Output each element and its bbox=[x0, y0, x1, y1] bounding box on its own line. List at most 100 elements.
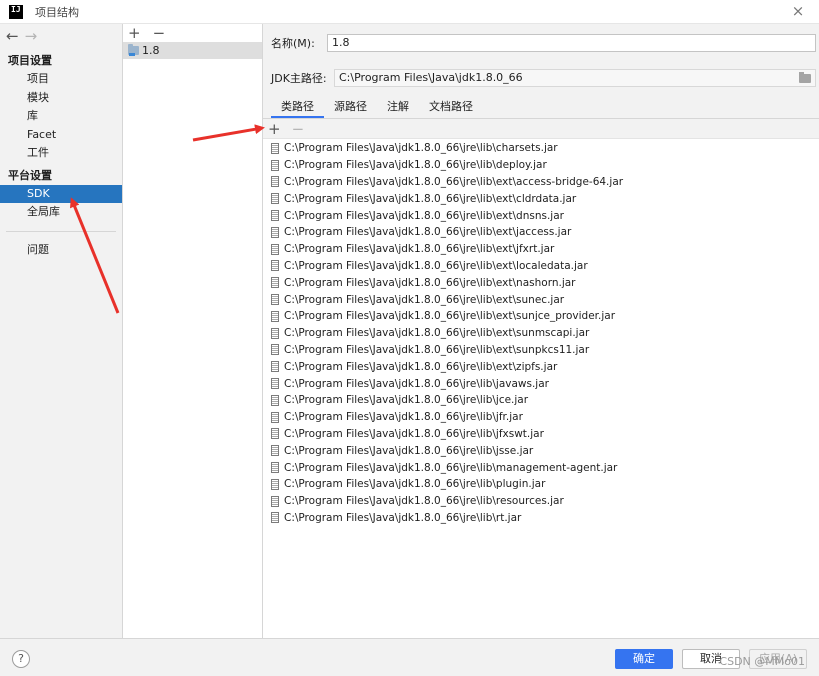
classpath-path: C:\Program Files\Java\jdk1.8.0_66\jre\li… bbox=[284, 310, 616, 323]
sdk-list-item[interactable]: 1.8 bbox=[123, 42, 262, 59]
tab-annotations[interactable]: 注解 bbox=[377, 98, 419, 118]
jdk-home-value: C:\Program Files\Java\jdk1.8.0_66 bbox=[339, 71, 523, 84]
classpath-row[interactable]: C:\Program Files\Java\jdk1.8.0_66\jre\li… bbox=[263, 358, 819, 375]
classpath-path: C:\Program Files\Java\jdk1.8.0_66\jre\li… bbox=[284, 192, 577, 205]
classpath-row[interactable]: C:\Program Files\Java\jdk1.8.0_66\jre\li… bbox=[263, 207, 819, 224]
tab-documentation-paths[interactable]: 文档路径 bbox=[419, 98, 483, 118]
classpath-path: C:\Program Files\Java\jdk1.8.0_66\jre\li… bbox=[284, 259, 588, 272]
classpath-row[interactable]: C:\Program Files\Java\jdk1.8.0_66\jre\li… bbox=[263, 325, 819, 342]
nav-item-sdk[interactable]: SDK bbox=[0, 184, 122, 203]
jar-file-icon bbox=[271, 210, 279, 222]
detail-tabs: 类路径 源路径 注解 文档路径 bbox=[271, 98, 483, 118]
nav-item-global-libraries[interactable]: 全局库 bbox=[0, 203, 122, 222]
classpath-path: C:\Program Files\Java\jdk1.8.0_66\jre\li… bbox=[284, 377, 549, 390]
classpath-path: C:\Program Files\Java\jdk1.8.0_66\jre\li… bbox=[284, 495, 564, 508]
classpath-row[interactable]: C:\Program Files\Java\jdk1.8.0_66\jre\li… bbox=[263, 459, 819, 476]
ok-button[interactable]: 确定 bbox=[615, 649, 673, 669]
jar-file-icon bbox=[271, 294, 279, 306]
jdk-home-path: C:\Program Files\Java\jdk1.8.0_66 bbox=[334, 69, 816, 87]
sdk-list-panel: + − 1.8 bbox=[123, 24, 263, 638]
close-icon[interactable]: × bbox=[791, 4, 805, 19]
tab-sourcepath[interactable]: 源路径 bbox=[324, 98, 377, 118]
classpath-row[interactable]: C:\Program Files\Java\jdk1.8.0_66\jre\li… bbox=[263, 308, 819, 325]
classpath-row[interactable]: C:\Program Files\Java\jdk1.8.0_66\jre\li… bbox=[263, 493, 819, 510]
classpath-row[interactable]: C:\Program Files\Java\jdk1.8.0_66\jre\li… bbox=[263, 392, 819, 409]
jar-file-icon bbox=[271, 411, 279, 423]
classpath-list[interactable]: C:\Program Files\Java\jdk1.8.0_66\jre\li… bbox=[263, 138, 819, 638]
jdk-folder-icon bbox=[128, 44, 139, 56]
add-classpath-icon[interactable]: + bbox=[268, 121, 281, 137]
classpath-path: C:\Program Files\Java\jdk1.8.0_66\jre\li… bbox=[284, 293, 565, 306]
classpath-row[interactable]: C:\Program Files\Java\jdk1.8.0_66\jre\li… bbox=[263, 442, 819, 459]
classpath-row[interactable]: C:\Program Files\Java\jdk1.8.0_66\jre\li… bbox=[263, 426, 819, 443]
classpath-row[interactable]: C:\Program Files\Java\jdk1.8.0_66\jre\li… bbox=[263, 274, 819, 291]
classpath-row[interactable]: C:\Program Files\Java\jdk1.8.0_66\jre\li… bbox=[263, 140, 819, 157]
browse-folder-icon[interactable] bbox=[799, 72, 811, 83]
jar-file-icon bbox=[271, 462, 279, 474]
classpath-path: C:\Program Files\Java\jdk1.8.0_66\jre\li… bbox=[284, 327, 590, 340]
name-input[interactable]: 1.8 bbox=[327, 34, 816, 52]
back-arrow-icon[interactable]: ← bbox=[6, 28, 19, 44]
classpath-row[interactable]: C:\Program Files\Java\jdk1.8.0_66\jre\li… bbox=[263, 510, 819, 527]
classpath-row[interactable]: C:\Program Files\Java\jdk1.8.0_66\jre\li… bbox=[263, 241, 819, 258]
watermark: CSDN @MMo01 bbox=[719, 655, 805, 668]
classpath-path: C:\Program Files\Java\jdk1.8.0_66\jre\li… bbox=[284, 226, 572, 239]
add-sdk-icon[interactable]: + bbox=[128, 25, 141, 41]
classpath-row[interactable]: C:\Program Files\Java\jdk1.8.0_66\jre\li… bbox=[263, 476, 819, 493]
jar-file-icon bbox=[271, 361, 279, 373]
jar-file-icon bbox=[271, 378, 279, 390]
jar-file-icon bbox=[271, 428, 279, 440]
classpath-row[interactable]: C:\Program Files\Java\jdk1.8.0_66\jre\li… bbox=[263, 375, 819, 392]
jar-file-icon bbox=[271, 159, 279, 171]
classpath-path: C:\Program Files\Java\jdk1.8.0_66\jre\li… bbox=[284, 142, 558, 155]
classpath-row[interactable]: C:\Program Files\Java\jdk1.8.0_66\jre\li… bbox=[263, 157, 819, 174]
jar-file-icon bbox=[271, 142, 279, 154]
nav-item-project[interactable]: 项目 bbox=[0, 70, 122, 89]
jar-file-icon bbox=[271, 176, 279, 188]
classpath-row[interactable]: C:\Program Files\Java\jdk1.8.0_66\jre\li… bbox=[263, 174, 819, 191]
nav-item-facets[interactable]: Facet bbox=[0, 126, 122, 145]
classpath-path: C:\Program Files\Java\jdk1.8.0_66\jre\li… bbox=[284, 159, 547, 172]
remove-sdk-icon[interactable]: − bbox=[153, 25, 166, 41]
classpath-toolbar: + − bbox=[268, 120, 304, 138]
jar-file-icon bbox=[271, 260, 279, 272]
classpath-path: C:\Program Files\Java\jdk1.8.0_66\jre\li… bbox=[284, 444, 534, 457]
nav-item-artifacts[interactable]: 工件 bbox=[0, 144, 122, 163]
nav-item-libraries[interactable]: 库 bbox=[0, 107, 122, 126]
nav-item-modules[interactable]: 模块 bbox=[0, 89, 122, 108]
classpath-path: C:\Program Files\Java\jdk1.8.0_66\jre\li… bbox=[284, 394, 529, 407]
nav-section-project-settings: 项目设置 bbox=[8, 54, 52, 67]
classpath-path: C:\Program Files\Java\jdk1.8.0_66\jre\li… bbox=[284, 209, 564, 222]
classpath-row[interactable]: C:\Program Files\Java\jdk1.8.0_66\jre\li… bbox=[263, 342, 819, 359]
classpath-row[interactable]: C:\Program Files\Java\jdk1.8.0_66\jre\li… bbox=[263, 258, 819, 275]
remove-classpath-icon[interactable]: − bbox=[292, 121, 305, 137]
window-title: 项目结构 bbox=[35, 5, 79, 19]
jar-file-icon bbox=[271, 327, 279, 339]
classpath-row[interactable]: C:\Program Files\Java\jdk1.8.0_66\jre\li… bbox=[263, 409, 819, 426]
jar-file-icon bbox=[271, 310, 279, 322]
jar-file-icon bbox=[271, 394, 279, 406]
classpath-path: C:\Program Files\Java\jdk1.8.0_66\jre\li… bbox=[284, 343, 590, 356]
tab-classpath[interactable]: 类路径 bbox=[271, 98, 324, 118]
jar-file-icon bbox=[271, 344, 279, 356]
nav-item-problems[interactable]: 问题 bbox=[0, 241, 122, 260]
classpath-row[interactable]: C:\Program Files\Java\jdk1.8.0_66\jre\li… bbox=[263, 291, 819, 308]
jar-file-icon bbox=[271, 277, 279, 289]
classpath-row[interactable]: C:\Program Files\Java\jdk1.8.0_66\jre\li… bbox=[263, 190, 819, 207]
jdk-home-label: JDK主路径: bbox=[271, 72, 327, 85]
forward-arrow-icon[interactable]: → bbox=[25, 28, 38, 44]
sdk-list-toolbar: + − bbox=[123, 24, 262, 42]
classpath-path: C:\Program Files\Java\jdk1.8.0_66\jre\li… bbox=[284, 411, 523, 424]
help-icon[interactable]: ? bbox=[12, 650, 30, 668]
jar-file-icon bbox=[271, 226, 279, 238]
jar-file-icon bbox=[271, 495, 279, 507]
jar-file-icon bbox=[271, 193, 279, 205]
left-navigation: ← → 项目设置 项目 模块 库 Facet 工件 平台设置 SDK 全局库 问… bbox=[0, 24, 123, 638]
title-bar: IJ 项目结构 × bbox=[0, 0, 819, 24]
classpath-row[interactable]: C:\Program Files\Java\jdk1.8.0_66\jre\li… bbox=[263, 224, 819, 241]
nav-section-platform-settings: 平台设置 bbox=[8, 168, 52, 182]
jar-file-icon bbox=[271, 243, 279, 255]
classpath-path: C:\Program Files\Java\jdk1.8.0_66\jre\li… bbox=[284, 360, 558, 373]
classpath-path: C:\Program Files\Java\jdk1.8.0_66\jre\li… bbox=[284, 175, 624, 188]
classpath-path: C:\Program Files\Java\jdk1.8.0_66\jre\li… bbox=[284, 478, 546, 491]
